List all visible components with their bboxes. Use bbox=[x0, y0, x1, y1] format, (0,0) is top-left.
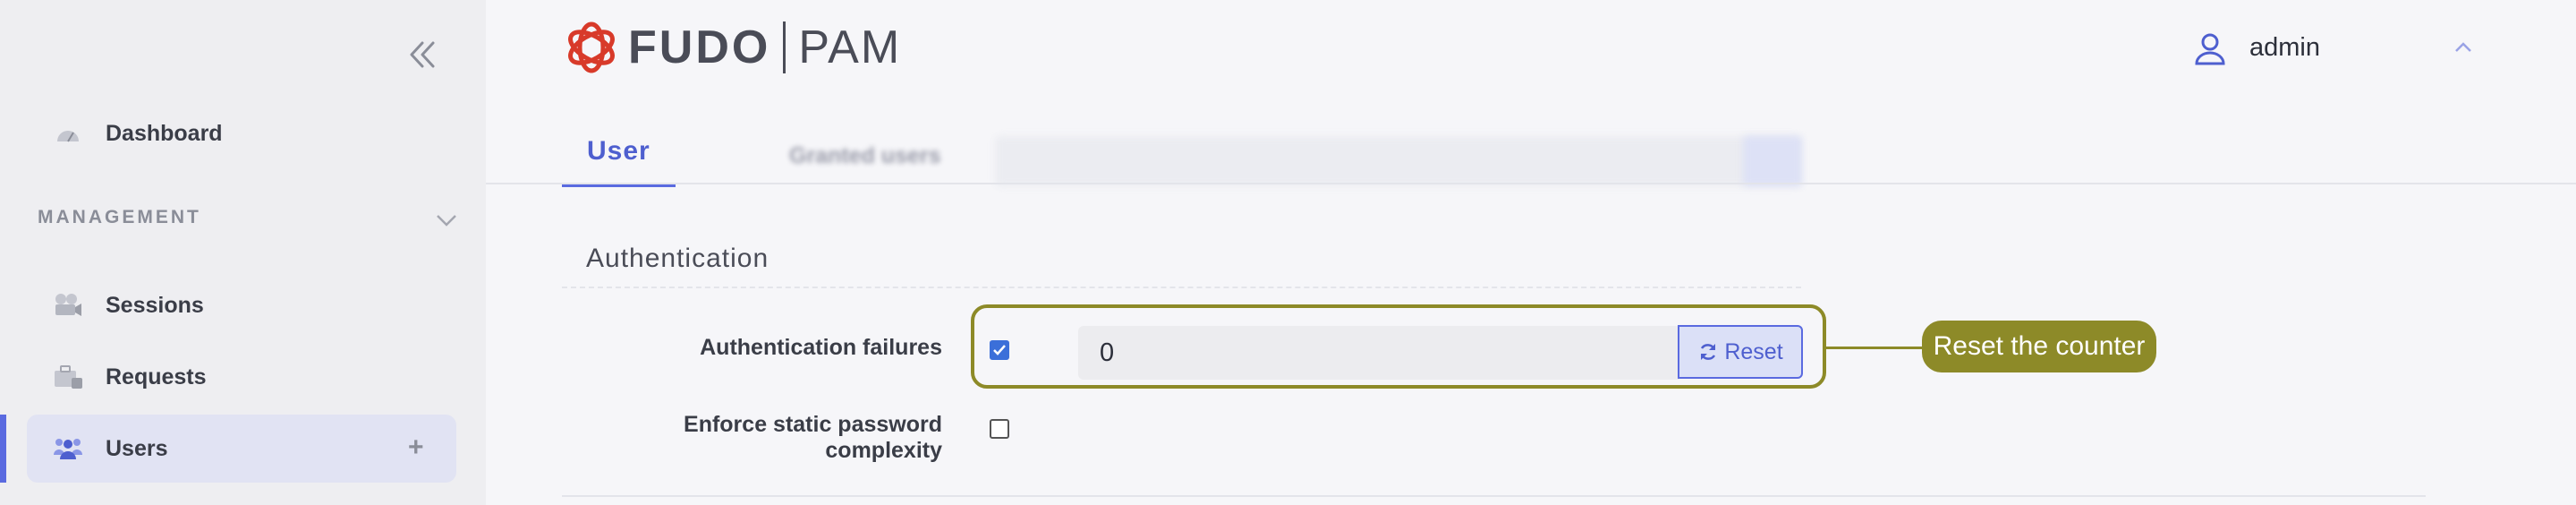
dashboard-icon bbox=[52, 120, 84, 147]
requests-icon bbox=[52, 364, 84, 390]
chevron-down-icon[interactable] bbox=[435, 212, 458, 228]
sidebar-item-sessions[interactable]: Sessions bbox=[27, 271, 456, 339]
section-label-management: MANAGEMENT bbox=[38, 207, 201, 227]
active-indicator bbox=[0, 415, 6, 483]
chevron-up-icon[interactable] bbox=[2453, 41, 2473, 54]
sidebar: Dashboard MANAGEMENT Sessions Requests U… bbox=[0, 0, 486, 505]
fudo-pam-logo: FUDO PAM bbox=[562, 16, 901, 79]
logo-divider bbox=[783, 21, 786, 73]
form-divider bbox=[562, 495, 2426, 497]
refresh-icon bbox=[1697, 341, 1719, 363]
sidebar-item-label: Dashboard bbox=[106, 120, 223, 146]
sidebar-item-label: Users bbox=[106, 435, 168, 461]
password-complexity-label: Enforce static password complexity bbox=[684, 412, 942, 464]
auth-failures-value: 0 bbox=[1100, 338, 1115, 367]
callout-text: Reset the counter bbox=[1933, 331, 2146, 361]
callout-tooltip: Reset the counter bbox=[1922, 321, 2156, 372]
section-divider bbox=[562, 287, 1801, 288]
password-label-line2: complexity bbox=[825, 438, 942, 463]
sidebar-item-label: Sessions bbox=[106, 292, 204, 318]
reset-label: Reset bbox=[1724, 338, 1783, 364]
logo-product: PAM bbox=[798, 21, 902, 73]
tabs-divider bbox=[486, 183, 2576, 184]
tab-user[interactable]: User bbox=[562, 125, 676, 187]
blurred-search-field bbox=[995, 136, 1800, 186]
collapse-sidebar-icon[interactable] bbox=[404, 38, 440, 72]
auth-failures-checkbox[interactable] bbox=[990, 340, 1009, 360]
fudo-logo-icon bbox=[562, 18, 621, 77]
tab-granted-users[interactable]: Granted users bbox=[789, 143, 941, 169]
user-menu-name[interactable]: admin bbox=[2249, 33, 2320, 63]
auth-failures-input[interactable]: 0 bbox=[1078, 326, 1679, 380]
tab-label: User bbox=[587, 136, 650, 166]
logo-text: FUDO bbox=[628, 21, 771, 73]
callout-connector bbox=[1826, 347, 1923, 349]
sidebar-item-dashboard[interactable]: Dashboard bbox=[27, 99, 456, 167]
sidebar-item-requests[interactable]: Requests bbox=[27, 343, 456, 411]
reset-button[interactable]: Reset bbox=[1678, 325, 1803, 379]
section-title: Authentication bbox=[586, 244, 769, 273]
sidebar-item-users[interactable]: Users + bbox=[27, 415, 456, 483]
users-icon bbox=[52, 435, 84, 462]
user-icon[interactable] bbox=[2194, 32, 2226, 66]
password-complexity-checkbox[interactable] bbox=[990, 419, 1009, 439]
auth-failures-label: Authentication failures bbox=[700, 335, 942, 360]
sessions-icon bbox=[52, 292, 84, 319]
sidebar-item-label: Requests bbox=[106, 364, 207, 389]
blurred-button bbox=[1743, 136, 1802, 186]
password-label-line1: Enforce static password bbox=[684, 412, 942, 437]
add-user-button[interactable]: + bbox=[408, 432, 424, 463]
